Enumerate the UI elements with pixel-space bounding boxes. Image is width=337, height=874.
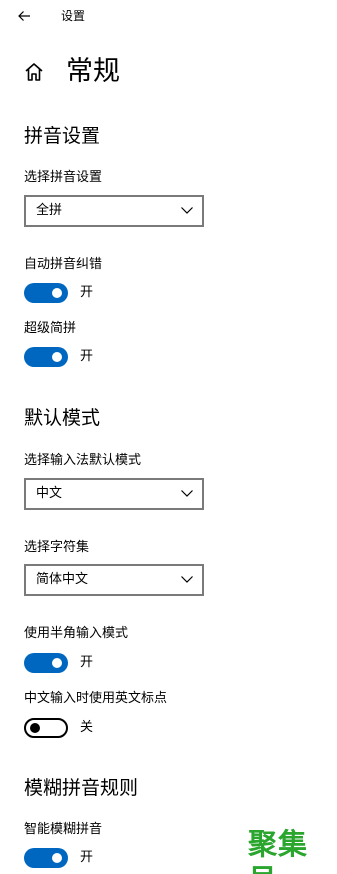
auto-correct-label: 自动拼音纠错	[24, 257, 103, 272]
english-punct-state: 关	[80, 720, 94, 735]
toggle-knob	[30, 723, 40, 733]
back-button[interactable]	[10, 4, 38, 28]
watermark-logo: 聚集号	[248, 827, 309, 874]
auto-correct-toggle[interactable]	[24, 283, 68, 303]
toggle-knob	[52, 853, 62, 863]
smart-fuzzy-state: 开	[80, 850, 94, 865]
settings-page: 设置 常规 拼音设置 选择拼音设置 全拼 自动拼音纠错 开 超级简拼 开 默认模…	[0, 0, 337, 874]
toggle-knob	[52, 352, 62, 362]
default-mode-value: 中文	[36, 486, 63, 501]
default-mode-label: 选择输入法默认模式	[24, 453, 142, 468]
chevron-down-icon	[181, 207, 193, 214]
english-punct-label: 中文输入时使用英文标点	[24, 691, 168, 706]
halfwidth-label: 使用半角输入模式	[24, 626, 129, 641]
section-title-default-mode: 默认模式	[24, 407, 101, 429]
toggle-knob	[52, 288, 62, 298]
pinyin-select-dropdown[interactable]: 全拼	[24, 195, 204, 227]
back-arrow-icon	[18, 11, 30, 21]
chevron-down-icon	[181, 576, 193, 583]
smart-fuzzy-toggle[interactable]	[24, 848, 68, 868]
default-mode-dropdown[interactable]: 中文	[24, 478, 204, 510]
pinyin-select-value: 全拼	[36, 203, 63, 218]
toggle-knob	[52, 658, 62, 668]
super-abbrev-label: 超级简拼	[24, 321, 77, 336]
charset-dropdown[interactable]: 简体中文	[24, 564, 204, 596]
super-abbrev-state: 开	[80, 349, 94, 364]
super-abbrev-toggle[interactable]	[24, 347, 68, 367]
chevron-down-icon	[181, 490, 193, 497]
charset-label: 选择字符集	[24, 540, 90, 555]
halfwidth-state: 开	[80, 655, 94, 670]
smart-fuzzy-label: 智能模糊拼音	[24, 822, 103, 837]
page-title: 常规	[66, 56, 120, 87]
auto-correct-state: 开	[80, 285, 94, 300]
section-title-fuzzy: 模糊拼音规则	[24, 777, 139, 799]
app-title: 设置	[61, 9, 86, 23]
section-title-pinyin: 拼音设置	[24, 125, 101, 147]
charset-value: 简体中文	[36, 572, 89, 587]
english-punct-toggle[interactable]	[24, 718, 68, 738]
pinyin-select-label: 选择拼音设置	[24, 170, 103, 185]
halfwidth-toggle[interactable]	[24, 653, 68, 673]
home-icon	[25, 63, 43, 81]
